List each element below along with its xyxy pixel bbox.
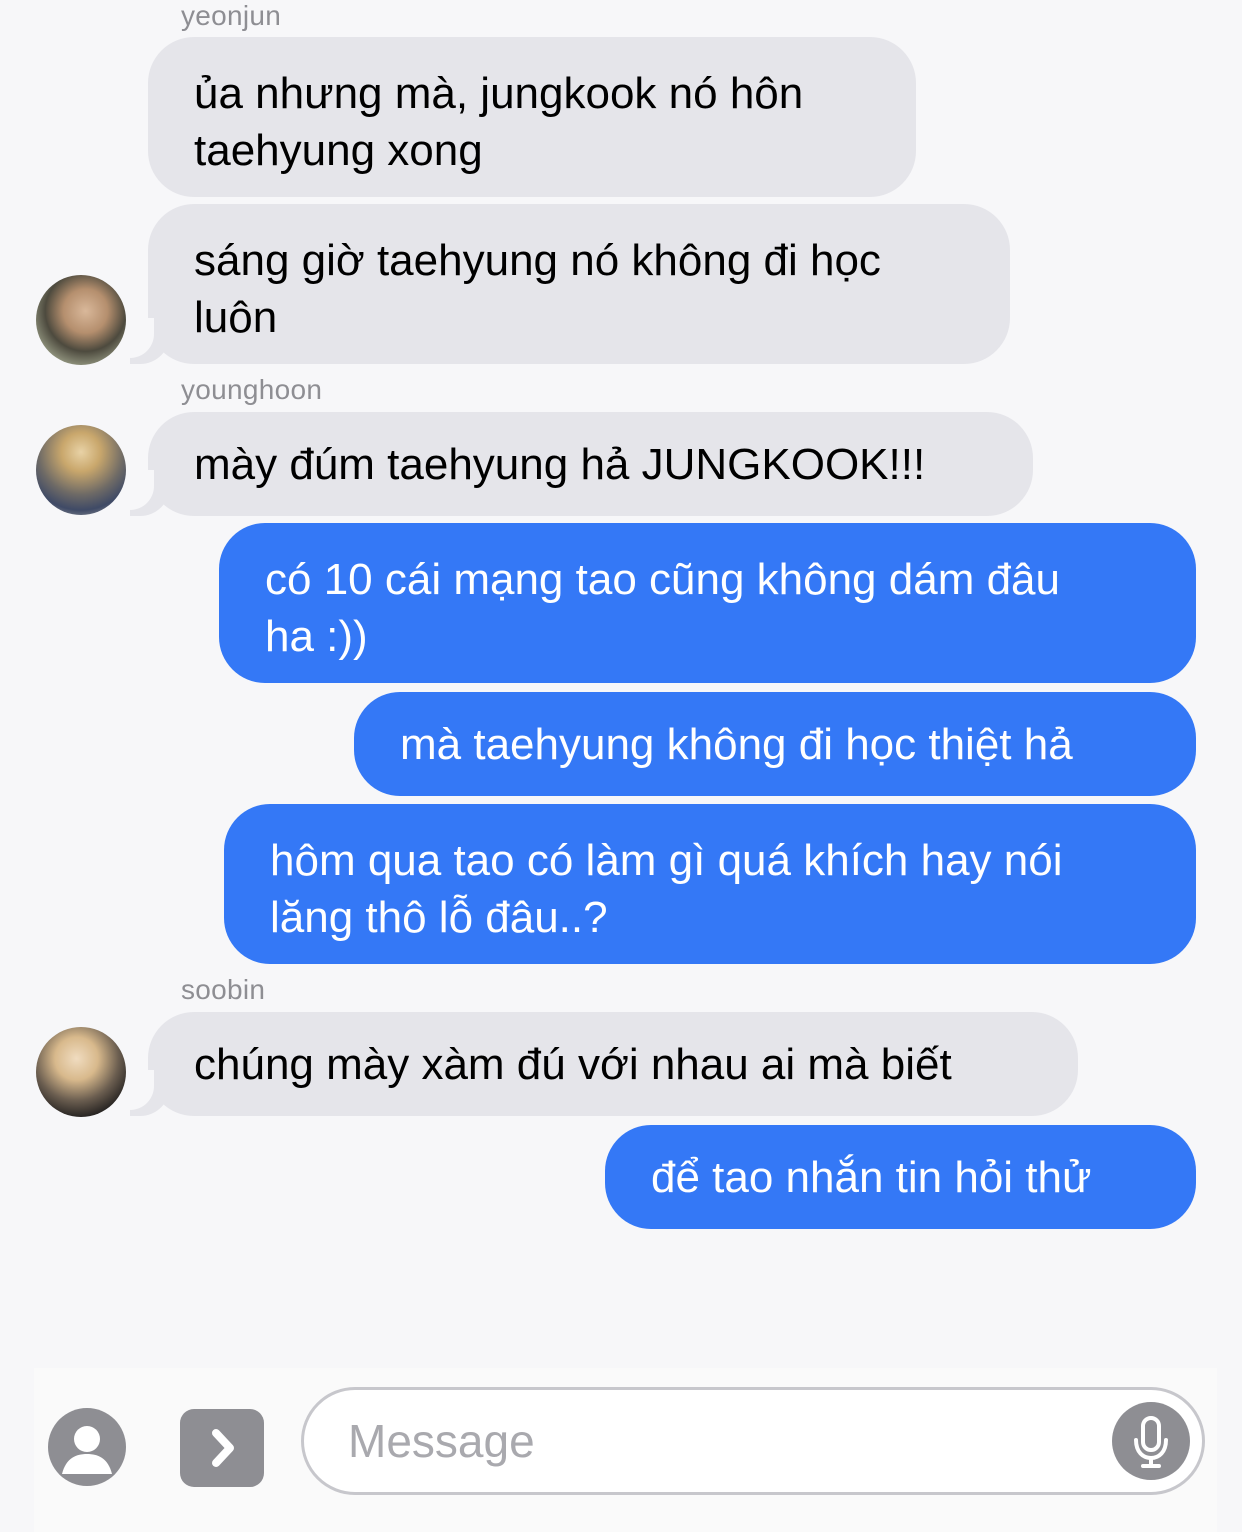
sender-name: yeonjun <box>181 0 282 31</box>
message-line: luôn <box>194 293 278 342</box>
message-bubble-incoming[interactable]: sáng giờ taehyung nó không đi học luôn <box>148 204 1010 364</box>
bubble-tail <box>124 318 170 364</box>
message-line: taehyung xong <box>194 126 483 175</box>
message-bubble-outgoing[interactable]: hôm qua tao có làm gì quá khích hay nói … <box>224 804 1196 964</box>
message-bubble-incoming[interactable]: ủa nhưng mà, jungkook nó hôn taehyung xo… <box>148 37 916 197</box>
bubble-tail <box>124 470 170 516</box>
message-line: lăng thô lỗ đâu..? <box>270 893 608 942</box>
message-bubble-outgoing[interactable]: mà taehyung không đi học thiệt hả <box>354 692 1196 796</box>
avatar-younghoon[interactable] <box>36 425 126 515</box>
message-bubble-outgoing[interactable]: có 10 cái mạng tao cũng không dám đâu ha… <box>219 523 1196 683</box>
message-line: ha :)) <box>265 612 368 661</box>
chevron-right-icon[interactable] <box>180 1409 264 1487</box>
message-input[interactable]: Message <box>301 1387 1205 1495</box>
microphone-icon[interactable] <box>1112 1402 1190 1480</box>
person-silhouette-icon[interactable] <box>48 1408 126 1486</box>
message-line: mà taehyung không đi học thiệt hả <box>400 720 1073 769</box>
avatar-yeonjun[interactable] <box>36 275 126 365</box>
message-line: có 10 cái mạng tao cũng không dám đâu <box>265 555 1060 604</box>
message-line: để tao nhắn tin hỏi thử <box>651 1153 1092 1202</box>
message-bubble-incoming[interactable]: mày đúm taehyung hả JUNGKOOK!!! <box>148 412 1033 516</box>
message-line: hôm qua tao có làm gì quá khích hay nói <box>270 836 1063 885</box>
sender-name: younghoon <box>181 374 323 405</box>
message-line: chúng mày xàm đú với nhau ai mà biết <box>194 1040 952 1089</box>
message-bubble-outgoing[interactable]: để tao nhắn tin hỏi thử <box>605 1125 1196 1229</box>
sender-name: soobin <box>181 974 266 1005</box>
message-line: sáng giờ taehyung nó không đi học <box>194 236 881 285</box>
avatar-soobin[interactable] <box>36 1027 126 1117</box>
message-line: ủa nhưng mà, jungkook nó hôn <box>194 69 804 118</box>
bubble-tail <box>124 1070 170 1116</box>
message-placeholder: Message <box>348 1415 535 1467</box>
message-line: mày đúm taehyung hả JUNGKOOK!!! <box>194 440 926 489</box>
message-bubble-incoming[interactable]: chúng mày xàm đú với nhau ai mà biết <box>148 1012 1078 1116</box>
